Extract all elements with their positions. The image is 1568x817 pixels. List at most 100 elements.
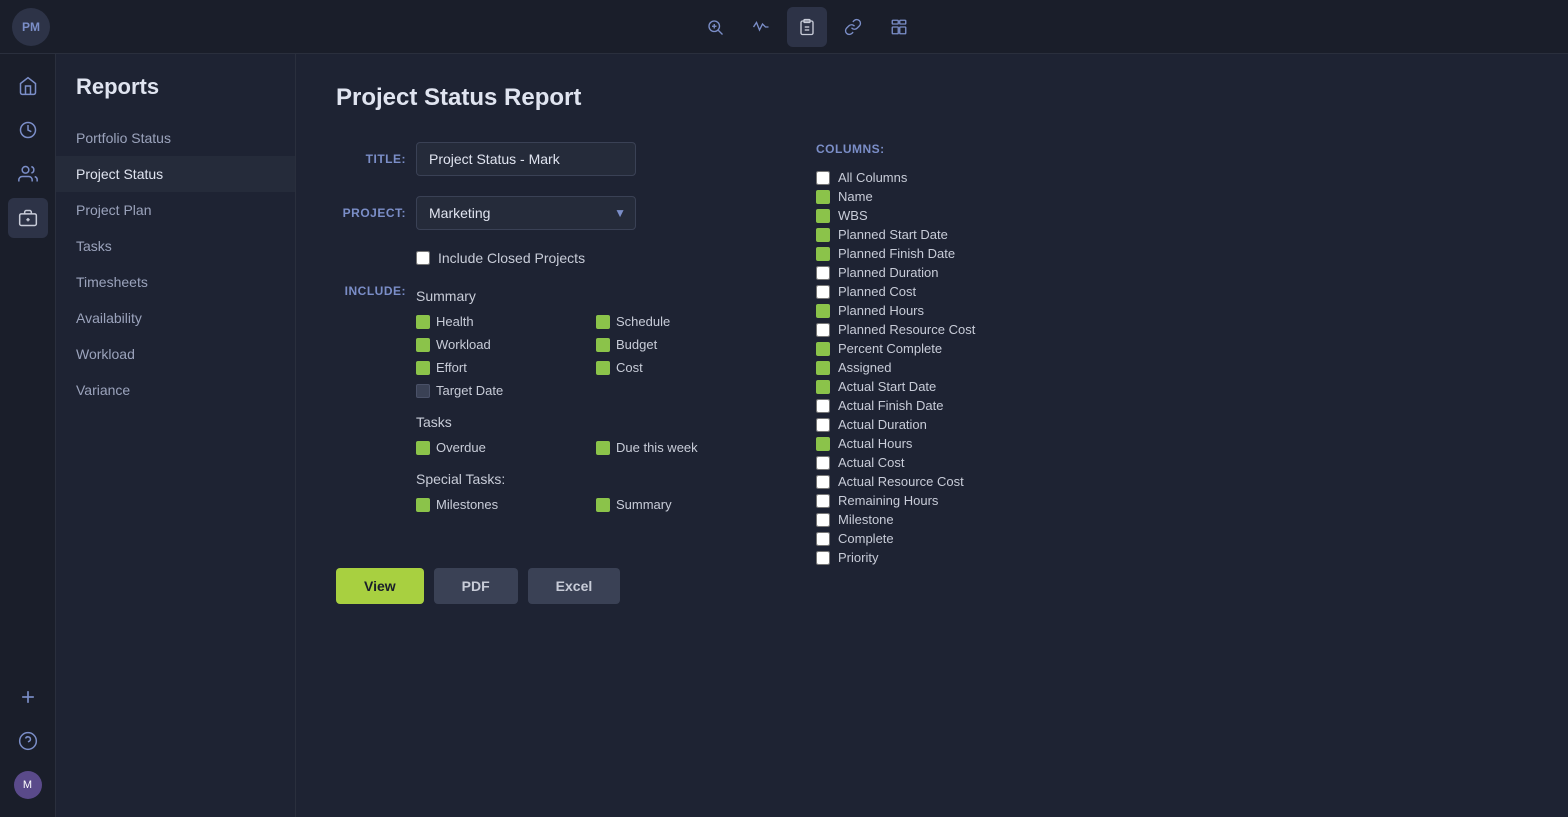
- sidebar-item-variance[interactable]: Variance: [56, 372, 295, 408]
- sidebar-item-tasks[interactable]: Tasks: [56, 228, 295, 264]
- effort-label: Effort: [436, 360, 467, 375]
- add-nav-icon[interactable]: [8, 677, 48, 717]
- pdf-button[interactable]: PDF: [434, 568, 518, 604]
- sidebar-item-project-plan[interactable]: Project Plan: [56, 192, 295, 228]
- schedule-label: Schedule: [616, 314, 670, 329]
- include-row-wrapper: INCLUDE: Summary Health: [336, 282, 756, 528]
- tasks-grid: Overdue Due this week: [416, 440, 756, 455]
- schedule-checkbox[interactable]: [596, 315, 610, 329]
- search-zoom-icon[interactable]: [695, 7, 735, 47]
- title-label: TITLE:: [336, 142, 406, 166]
- col-wbs-checkbox[interactable]: [816, 209, 830, 223]
- col-actual-hours-checkbox[interactable]: [816, 437, 830, 451]
- col-actual-start-label: Actual Start Date: [838, 379, 936, 394]
- col-planned-hours-checkbox[interactable]: [816, 304, 830, 318]
- col-actual-hours-label: Actual Hours: [838, 436, 912, 451]
- link-icon[interactable]: [833, 7, 873, 47]
- effort-checkbox[interactable]: [416, 361, 430, 375]
- col-actual-finish-label: Actual Finish Date: [838, 398, 944, 413]
- tasks-group-title: Tasks: [416, 414, 756, 430]
- col-name-label: Name: [838, 189, 873, 204]
- col-remaining-hours-label: Remaining Hours: [838, 493, 938, 508]
- project-select-wrapper: Marketing Sales Development HR ▼: [416, 196, 636, 230]
- summary-special-checkbox[interactable]: [596, 498, 610, 512]
- summary-grid: Health Schedule Workload: [416, 314, 756, 398]
- workload-item: Workload: [416, 337, 576, 352]
- clock-nav-icon[interactable]: [8, 110, 48, 150]
- overdue-label: Overdue: [436, 440, 486, 455]
- col-planned-duration-checkbox[interactable]: [816, 266, 830, 280]
- users-nav-icon[interactable]: [8, 154, 48, 194]
- col-complete-checkbox[interactable]: [816, 532, 830, 546]
- due-this-week-checkbox[interactable]: [596, 441, 610, 455]
- sidebar-item-workload[interactable]: Workload: [56, 336, 295, 372]
- col-assigned-checkbox[interactable]: [816, 361, 830, 375]
- col-actual-duration-checkbox[interactable]: [816, 418, 830, 432]
- home-nav-icon[interactable]: [8, 66, 48, 106]
- page-title: Project Status Report: [336, 84, 1528, 112]
- effort-item: Effort: [416, 360, 576, 375]
- col-actual-finish-checkbox[interactable]: [816, 399, 830, 413]
- app-logo[interactable]: PM: [12, 8, 50, 46]
- budget-checkbox[interactable]: [596, 338, 610, 352]
- columns-label: COLUMNS:: [816, 142, 1528, 156]
- col-actual-cost-checkbox[interactable]: [816, 456, 830, 470]
- action-buttons: View PDF Excel: [336, 568, 756, 604]
- col-name-checkbox[interactable]: [816, 190, 830, 204]
- col-percent-complete-checkbox[interactable]: [816, 342, 830, 356]
- view-button[interactable]: View: [336, 568, 424, 604]
- sidebar-item-availability[interactable]: Availability: [56, 300, 295, 336]
- due-this-week-item: Due this week: [596, 440, 756, 455]
- col-actual-resource-cost-label: Actual Resource Cost: [838, 474, 964, 489]
- project-row: PROJECT: Marketing Sales Development HR …: [336, 196, 756, 230]
- overdue-item: Overdue: [416, 440, 576, 455]
- col-actual-resource-cost-checkbox[interactable]: [816, 475, 830, 489]
- user-avatar-nav[interactable]: M: [8, 765, 48, 805]
- columns-section: COLUMNS: All Columns Name WB: [816, 142, 1528, 604]
- sidebar-item-portfolio-status[interactable]: Portfolio Status: [56, 120, 295, 156]
- col-planned-duration-label: Planned Duration: [838, 265, 938, 280]
- briefcase-nav-icon[interactable]: [8, 198, 48, 238]
- layout-icon[interactable]: [879, 7, 919, 47]
- help-nav-icon[interactable]: [8, 721, 48, 761]
- col-milestone-checkbox[interactable]: [816, 513, 830, 527]
- overdue-checkbox[interactable]: [416, 441, 430, 455]
- col-actual-start-checkbox[interactable]: [816, 380, 830, 394]
- col-planned-finish-checkbox[interactable]: [816, 247, 830, 261]
- col-complete: Complete: [816, 529, 1512, 548]
- form-left: TITLE: PROJECT: Marketing Sales Developm…: [336, 142, 756, 604]
- col-planned-cost-checkbox[interactable]: [816, 285, 830, 299]
- col-planned-resource-cost-checkbox[interactable]: [816, 323, 830, 337]
- milestones-checkbox[interactable]: [416, 498, 430, 512]
- activity-icon[interactable]: [741, 7, 781, 47]
- col-milestone: Milestone: [816, 510, 1512, 529]
- form-section: TITLE: PROJECT: Marketing Sales Developm…: [336, 142, 1528, 604]
- col-planned-resource-cost-label: Planned Resource Cost: [838, 322, 975, 337]
- title-input[interactable]: [416, 142, 636, 176]
- project-select[interactable]: Marketing Sales Development HR: [416, 196, 636, 230]
- columns-scroll-container[interactable]: All Columns Name WBS Plann: [816, 168, 1528, 567]
- clipboard-icon[interactable]: [787, 7, 827, 47]
- sidebar: Reports Portfolio Status Project Status …: [56, 54, 296, 817]
- include-closed-label[interactable]: Include Closed Projects: [438, 250, 585, 266]
- excel-button[interactable]: Excel: [528, 568, 621, 604]
- cost-checkbox[interactable]: [596, 361, 610, 375]
- include-closed-checkbox[interactable]: [416, 251, 430, 265]
- target-date-checkbox[interactable]: [416, 384, 430, 398]
- col-remaining-hours-checkbox[interactable]: [816, 494, 830, 508]
- col-priority-label: Priority: [838, 550, 878, 565]
- sidebar-title: Reports: [56, 74, 295, 120]
- health-label: Health: [436, 314, 474, 329]
- workload-checkbox[interactable]: [416, 338, 430, 352]
- col-priority-checkbox[interactable]: [816, 551, 830, 565]
- col-assigned: Assigned: [816, 358, 1512, 377]
- sidebar-item-timesheets[interactable]: Timesheets: [56, 264, 295, 300]
- sidebar-item-project-status[interactable]: Project Status: [56, 156, 295, 192]
- col-all-columns-checkbox[interactable]: [816, 171, 830, 185]
- budget-item: Budget: [596, 337, 756, 352]
- col-planned-start-checkbox[interactable]: [816, 228, 830, 242]
- health-checkbox[interactable]: [416, 315, 430, 329]
- col-percent-complete: Percent Complete: [816, 339, 1512, 358]
- toolbar-icons: [695, 7, 919, 47]
- milestones-label: Milestones: [436, 497, 498, 512]
